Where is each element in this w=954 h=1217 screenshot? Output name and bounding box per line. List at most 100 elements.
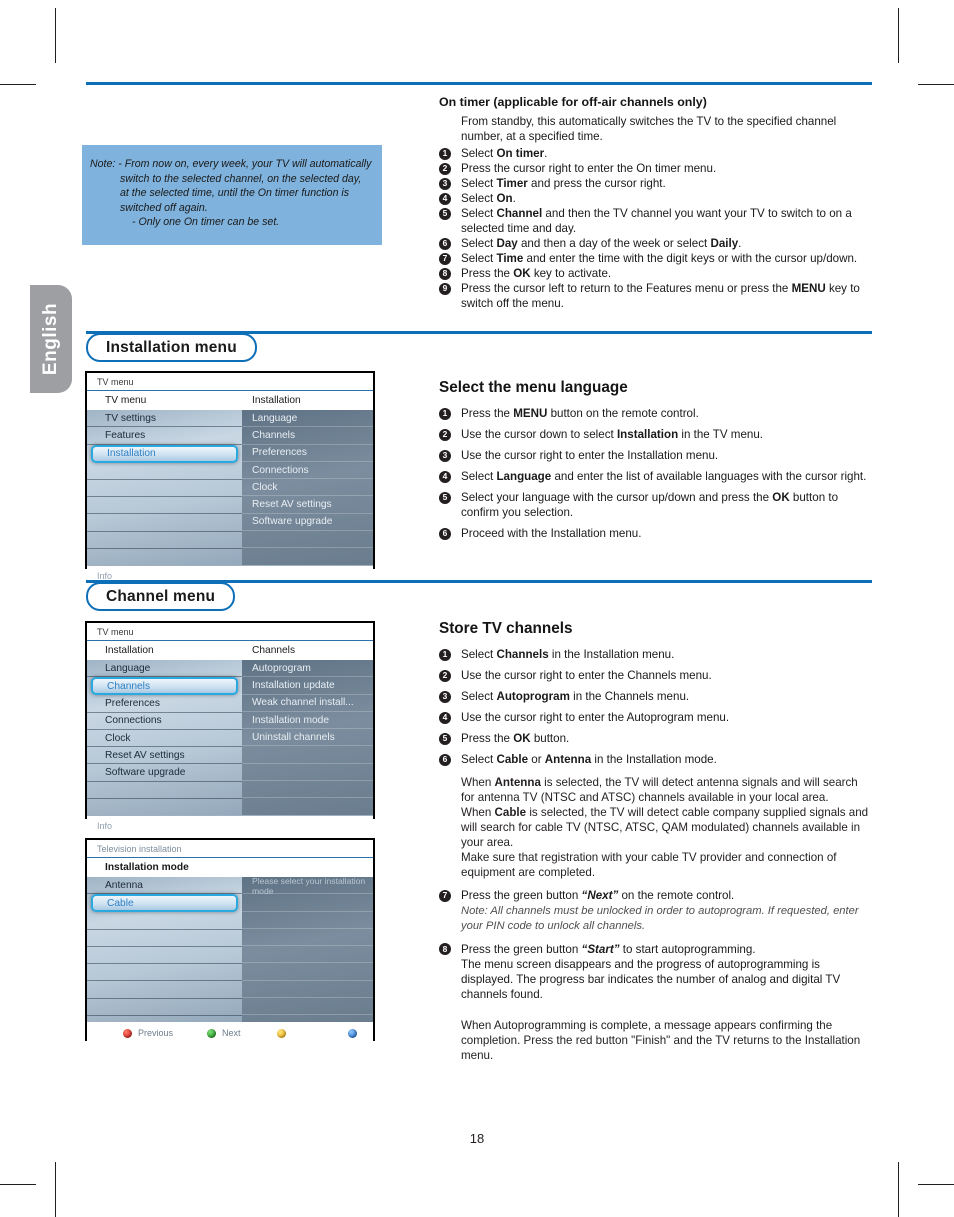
color-button-next-label: Next	[222, 1028, 241, 1038]
menu-item-antenna[interactable]: Antenna	[87, 877, 242, 895]
osd-subbar-right: Installation	[252, 395, 301, 406]
submenu-item-language[interactable]: Language	[242, 410, 373, 428]
step-number-icon: 4	[439, 192, 451, 205]
color-button-previous[interactable]: Previous	[123, 1028, 173, 1038]
list-item: 1 Select Channels in the Installation men…	[439, 647, 873, 662]
step7-note: Note: All channels must be unlocked in o…	[461, 905, 859, 933]
list-item: 5 Select your language with the cursor up…	[439, 490, 873, 520]
store-tv-channels-steps: 1 Select Channels in the Installation men…	[439, 647, 873, 767]
step-number-icon: 6	[439, 753, 451, 766]
step-number-icon: 1	[439, 648, 451, 661]
submenu-item-weak-channel-install[interactable]: Weak channel install...	[242, 695, 373, 712]
antenna-description: When Antenna is selected, the TV will de…	[461, 776, 858, 804]
submenu-item-installation-update[interactable]: Installation update	[242, 677, 373, 695]
list-item: 4 Use the cursor right to enter the Autop…	[439, 710, 873, 725]
menu-item-empty	[87, 463, 242, 480]
manual-page: English Note: - From now on, every week,…	[0, 0, 954, 1217]
channel-menu-pill: Channel menu	[86, 582, 236, 611]
submenu-item-empty	[242, 946, 373, 964]
step-number-icon: 6	[439, 237, 451, 250]
color-button-blue[interactable]	[347, 1028, 363, 1038]
osd-subbar-left: Installation	[105, 645, 154, 656]
step-number-icon: 4	[439, 470, 451, 483]
menu-item-reset-av-settings[interactable]: Reset AV settings	[87, 747, 242, 765]
list-item: 5 Select Channel and then the TV channel …	[439, 206, 873, 236]
note-line-5: - Only one On timer can be set.	[132, 216, 280, 229]
osd-right-column: Please select your installation mode	[242, 876, 373, 1022]
menu-item-language[interactable]: Language	[87, 660, 242, 678]
menu-item-empty	[87, 532, 242, 550]
top-divider-rule	[86, 82, 872, 85]
list-item: 3 Use the cursor right to enter the Insta…	[439, 448, 873, 463]
list-item: 8 Press the OK key to activate.	[439, 266, 873, 281]
osd-titlebar: Television installation	[87, 840, 373, 858]
step-number-icon: 6	[439, 527, 451, 540]
list-item: 7 Select Time and enter the time with the…	[439, 251, 873, 266]
color-button-yellow[interactable]	[276, 1028, 292, 1038]
submenu-item-empty	[242, 531, 373, 549]
page-number: 18	[469, 1131, 485, 1146]
red-dot-icon	[123, 1028, 132, 1038]
submenu-item-preferences[interactable]: Preferences	[242, 445, 373, 462]
crop-mark-top-left-v	[55, 8, 56, 63]
list-item: 6 Proceed with the Installation menu.	[439, 526, 873, 541]
submenu-item-clock[interactable]: Clock	[242, 479, 373, 497]
step-number-icon: 1	[439, 147, 451, 160]
submenu-item-empty	[242, 929, 373, 947]
select-menu-language-steps: 1 Press the MENU button on the remote con…	[439, 406, 873, 541]
channel-menu-pill-label: Channel menu	[106, 587, 216, 605]
note-box: Note: - From now on, every week, your TV…	[82, 145, 382, 245]
menu-item-empty	[87, 964, 242, 982]
osd-right-column: Language Channels Preferences Connection…	[242, 410, 373, 565]
submenu-item-reset-av-settings[interactable]: Reset AV settings	[242, 496, 373, 514]
step-number-icon: 2	[439, 669, 451, 682]
submenu-item-empty	[242, 746, 373, 764]
menu-item-empty	[87, 514, 242, 532]
menu-item-clock[interactable]: Clock	[87, 730, 242, 748]
menu-item-empty	[87, 497, 242, 515]
on-timer-intro: From standby, this automatically switche…	[461, 115, 837, 143]
submenu-item-uninstall-channels[interactable]: Uninstall channels	[242, 729, 373, 747]
step-number-icon: 8	[439, 943, 451, 956]
menu-item-installation-selected[interactable]: Installation	[91, 444, 238, 463]
step-number-icon: 1	[439, 407, 451, 420]
menu-item-preferences[interactable]: Preferences	[87, 695, 242, 713]
menu-item-software-upgrade[interactable]: Software upgrade	[87, 764, 242, 782]
submenu-item-software-upgrade[interactable]: Software upgrade	[242, 514, 373, 532]
submenu-item-empty	[242, 781, 373, 799]
osd-installation-menu: TV menu TV menu Installation TV settings…	[85, 371, 375, 599]
store-tv-channels-steps-continued: 7 Press the green button “Next” on the re…	[439, 888, 873, 1002]
osd-left-column: Antenna Cable	[87, 877, 242, 1022]
color-button-next[interactable]: Next	[207, 1028, 241, 1038]
menu-item-empty	[87, 480, 242, 498]
menu-item-features[interactable]: Features	[87, 427, 242, 445]
menu-item-tv-settings[interactable]: TV settings	[87, 410, 242, 428]
osd-left-column: TV settings Features Installation	[87, 410, 242, 565]
list-item: 3 Select Autoprogram in the Channels menu…	[439, 689, 873, 704]
osd-titlebar: TV menu	[87, 373, 373, 391]
submenu-item-installation-mode[interactable]: Installation mode	[242, 712, 373, 730]
crop-mark-top-left-h	[0, 84, 36, 85]
list-item: 2 Use the cursor down to select Installat…	[439, 427, 873, 442]
step8-body: The menu screen disappears and the progr…	[461, 957, 841, 1001]
yellow-dot-icon	[276, 1028, 286, 1038]
note-line-3: at the selected time, until the On timer…	[120, 187, 350, 200]
menu-item-channels-selected[interactable]: Channels	[91, 677, 238, 696]
submenu-item-channels[interactable]: Channels	[242, 427, 373, 445]
list-item: 6 Select Cable or Antenna in the Installa…	[439, 752, 873, 767]
submenu-item-empty	[242, 912, 373, 929]
list-item: 2 Press the cursor right to enter the On …	[439, 161, 873, 176]
osd-columns: TV settings Features Installation Langua…	[87, 410, 373, 565]
step-number-icon: 7	[439, 252, 451, 265]
menu-item-connections[interactable]: Connections	[87, 713, 242, 730]
list-item: 3 Select Timer and press the cursor right…	[439, 176, 873, 191]
osd-subbar-left: Installation mode	[105, 862, 189, 873]
list-item: 7 Press the green button “Next” on the re…	[439, 888, 873, 903]
menu-item-cable-selected[interactable]: Cable	[91, 894, 238, 913]
osd-left-column: Language Channels Preferences Connection…	[87, 660, 242, 815]
on-timer-steps: 1 Select On timer. 2 Press the cursor righ…	[439, 146, 873, 311]
step-number-icon: 7	[439, 889, 451, 902]
menu-item-empty	[87, 981, 242, 999]
submenu-item-autoprogram[interactable]: Autoprogram	[242, 660, 373, 678]
submenu-item-connections[interactable]: Connections	[242, 462, 373, 480]
